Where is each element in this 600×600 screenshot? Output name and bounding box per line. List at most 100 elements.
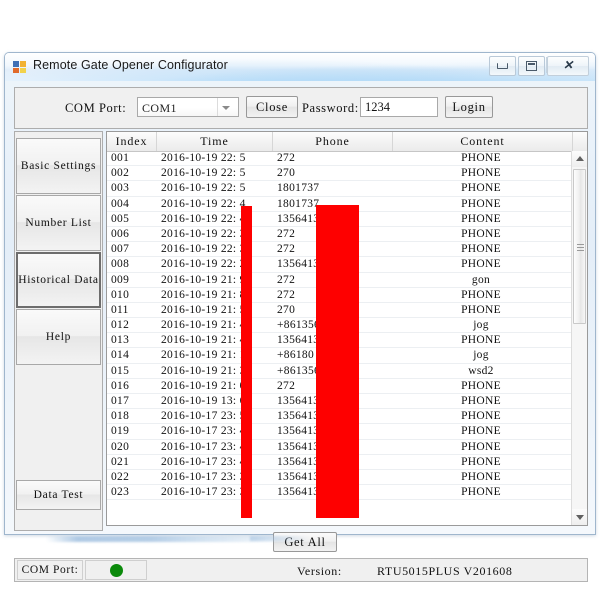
sidebar-item-label: Historical Data	[18, 273, 99, 286]
sidebar-item-help[interactable]: Help	[16, 309, 101, 365]
cell-index: 023	[111, 486, 130, 499]
cell-time: 2016-10-19 21: 1	[161, 349, 246, 362]
cell-index: 013	[111, 334, 130, 347]
sidebar-item-label: Number List	[25, 216, 92, 229]
close-port-button[interactable]: Close	[246, 96, 298, 118]
com-port-select[interactable]: COM1	[137, 97, 239, 117]
cell-phone: 270	[277, 167, 296, 180]
cell-time: 2016-10-19 21: 4	[161, 334, 246, 347]
cell-content: PHONE	[461, 212, 501, 225]
title-bar: Remote Gate Opener Configurator ✕	[5, 53, 595, 81]
cell-time: 2016-10-19 21: 3	[161, 364, 246, 377]
cell-content: PHONE	[461, 182, 501, 195]
cell-time: 2016-10-19 21: 0	[161, 379, 246, 392]
vertical-scrollbar[interactable]	[571, 151, 587, 525]
cell-content: PHONE	[461, 197, 501, 210]
cell-content: PHONE	[461, 410, 501, 423]
close-button[interactable]: ✕	[547, 56, 589, 76]
cell-content: PHONE	[461, 425, 501, 438]
table-row[interactable]: 003 2016-10-19 22: 5 1801737 PHONE	[107, 181, 587, 197]
scroll-up-icon[interactable]	[572, 151, 587, 167]
cell-index: 007	[111, 243, 130, 256]
cell-time: 2016-10-17 23: 4	[161, 440, 246, 453]
sidebar-item-label: Basic Settings	[20, 159, 97, 172]
cell-time: 2016-10-19 22: 4	[161, 212, 246, 225]
table-row[interactable]: 001 2016-10-19 22: 5 272 PHONE	[107, 151, 587, 167]
cell-content: wsd2	[468, 364, 494, 377]
sidebar-item-data-test[interactable]: Data Test	[16, 480, 101, 510]
cell-time: 2016-10-19 22: 3	[161, 243, 246, 256]
cell-time: 2016-10-19 22: 5	[161, 182, 246, 195]
minimize-button[interactable]	[489, 56, 516, 76]
connection-panel: COM Port: COM1 Close Password: 1234 Logi…	[14, 87, 588, 129]
cell-time: 2016-10-17 23: 3	[161, 470, 246, 483]
version-label: Version:	[297, 564, 342, 578]
cell-content: PHONE	[461, 395, 501, 407]
status-bar: COM Port: Version: RTU5015PLUS V201608	[14, 558, 588, 582]
get-all-button[interactable]: Get All	[273, 532, 337, 552]
password-label: Password:	[302, 101, 359, 115]
cell-time: 2016-10-19 21: 5	[161, 303, 246, 316]
screen: Remote Gate Opener Configurator ✕ COM Po…	[0, 0, 600, 600]
cell-time: 2016-10-19 22: 5	[161, 167, 246, 180]
close-icon: ✕	[562, 58, 574, 72]
cell-index: 020	[111, 440, 130, 453]
table-row[interactable]: 002 2016-10-19 22: 5 270 PHONE	[107, 166, 587, 182]
cell-content: PHONE	[461, 167, 501, 180]
cell-index: 002	[111, 167, 130, 180]
sidebar-item-label: Data Test	[33, 488, 84, 501]
cell-phone: 1801737	[277, 182, 320, 195]
sidebar-item-basic-settings[interactable]: Basic Settings	[16, 138, 101, 194]
minimize-icon	[497, 63, 508, 69]
cell-time: 2016-10-17 23: 4	[161, 455, 246, 468]
cell-index: 014	[111, 349, 130, 362]
cell-index: 012	[111, 319, 130, 332]
desktop-blur-artifact-2	[250, 536, 310, 541]
chevron-down-icon	[217, 98, 235, 116]
password-value: 1234	[365, 100, 390, 114]
cell-phone: 272	[277, 152, 296, 164]
cell-index: 010	[111, 288, 130, 301]
app-icon	[13, 61, 26, 73]
window-controls: ✕	[489, 56, 589, 76]
login-button[interactable]: Login	[445, 96, 493, 118]
cell-time: 2016-10-17 23: 5	[161, 410, 246, 423]
grid-column-header-content[interactable]: Content	[393, 132, 573, 151]
grid-column-header-phone[interactable]: Phone	[273, 132, 393, 151]
cell-index: 018	[111, 410, 130, 423]
cell-time: 2016-10-19 21: 4	[161, 319, 246, 332]
cell-index: 021	[111, 455, 130, 468]
sidebar: Basic Settings Number List Historical Da…	[14, 131, 103, 531]
cell-time: 2016-10-19 13: 6	[161, 395, 246, 407]
scrollbar-thumb[interactable]	[573, 169, 586, 324]
maximize-button[interactable]	[518, 56, 545, 76]
com-port-label: COM Port:	[65, 101, 127, 115]
window-title: Remote Gate Opener Configurator	[33, 58, 228, 72]
cell-content: PHONE	[461, 470, 501, 483]
sidebar-item-number-list[interactable]: Number List	[16, 195, 101, 251]
status-com-port-panel: COM Port:	[17, 560, 83, 580]
sidebar-item-historical-data[interactable]: Historical Data	[16, 252, 101, 308]
redaction-overlay-time	[241, 206, 252, 518]
grid-column-header-index[interactable]: Index	[107, 132, 157, 151]
cell-index: 006	[111, 227, 130, 240]
scrollbar-grip-icon	[577, 243, 584, 251]
cell-index: 001	[111, 152, 130, 164]
grid-column-header-time[interactable]: Time	[157, 132, 273, 151]
cell-content: PHONE	[461, 440, 501, 453]
password-input[interactable]: 1234	[360, 97, 438, 117]
status-com-port-label: COM Port:	[21, 564, 79, 576]
cell-time: 2016-10-19 22: 2	[161, 258, 246, 271]
cell-time: 2016-10-17 23: 4	[161, 425, 246, 438]
grid-header-row: Index Time Phone Content	[107, 132, 587, 152]
cell-content: PHONE	[461, 243, 501, 256]
cell-content: PHONE	[461, 334, 501, 347]
version-value: RTU5015PLUS V201608	[377, 564, 513, 578]
scroll-down-icon[interactable]	[572, 509, 587, 525]
cell-time: 2016-10-19 22: 3	[161, 227, 246, 240]
cell-index: 008	[111, 258, 130, 271]
connection-status-icon	[109, 563, 123, 577]
cell-time: 2016-10-19 21: 8	[161, 288, 246, 301]
cell-time: 2016-10-19 22: 5	[161, 152, 246, 164]
cell-index: 003	[111, 182, 130, 195]
